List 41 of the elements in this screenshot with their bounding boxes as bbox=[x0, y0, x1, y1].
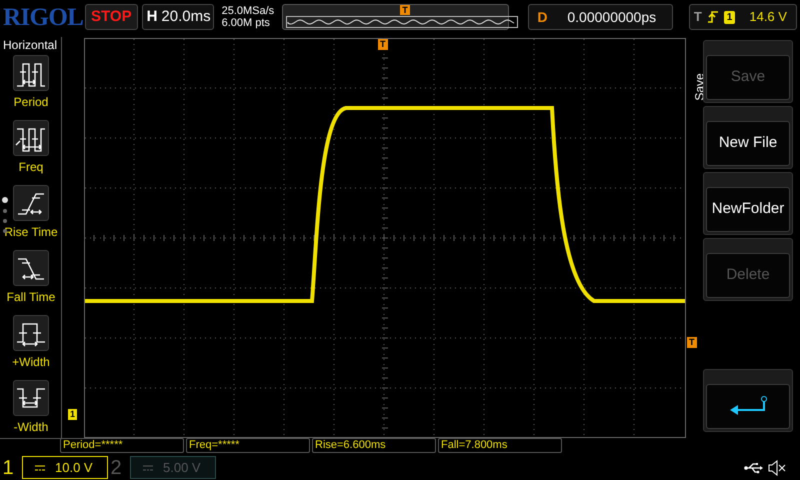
timebase-label: H bbox=[146, 6, 158, 27]
trigger-level: 14.6 V bbox=[749, 8, 787, 26]
measure-item[interactable]: -Width bbox=[0, 378, 62, 443]
sample-rate: 25.0MSa/s bbox=[222, 5, 276, 17]
brand-logo: RIGOL bbox=[3, 4, 81, 30]
trigger-position-marker[interactable]: T bbox=[400, 5, 410, 15]
channel-scale: 10.0 V bbox=[55, 458, 93, 477]
softkey-button[interactable]: NewFolder bbox=[706, 187, 790, 232]
trigger-position-marker[interactable]: T bbox=[378, 39, 388, 50]
memory-depth: 6.00M pts bbox=[222, 17, 271, 29]
channel-scale: 5.00 V bbox=[163, 458, 201, 477]
trigger-box[interactable]: T 1 14.6 V bbox=[688, 4, 797, 30]
timebase-box[interactable]: H 20.0ms bbox=[142, 4, 214, 30]
dc-coupling-icon bbox=[35, 464, 45, 472]
measurement-readout: Freq=***** bbox=[186, 438, 310, 453]
measure-item[interactable]: +Width bbox=[0, 313, 62, 378]
rising-edge-icon bbox=[708, 10, 718, 24]
timebase-value: 20.0ms bbox=[161, 6, 211, 27]
channel-button[interactable]: 1 10.0 V bbox=[0, 455, 108, 480]
dc-coupling-icon bbox=[143, 464, 153, 472]
trigger-source: 1 bbox=[724, 10, 736, 24]
channel-number: 1 bbox=[1, 456, 15, 480]
trigger-level-marker[interactable]: T bbox=[687, 337, 696, 348]
menu-title: Horizontal bbox=[2, 37, 58, 53]
measure-item[interactable]: Fall Time bbox=[0, 248, 62, 313]
channel-offset-marker[interactable]: 1 bbox=[68, 409, 78, 420]
run-stop-button[interactable]: STOP bbox=[85, 4, 138, 30]
softkey-button[interactable]: New File bbox=[706, 121, 790, 166]
delay-label: D bbox=[537, 8, 548, 26]
measure-item[interactable]: Period bbox=[0, 53, 62, 118]
trigger-label: T bbox=[694, 8, 702, 26]
back-button[interactable] bbox=[706, 384, 790, 429]
channel-number: 2 bbox=[109, 456, 123, 480]
measurement-readout: Period=***** bbox=[60, 438, 184, 453]
measure-item[interactable]: Freq bbox=[0, 118, 62, 183]
delay-box[interactable]: D 0.00000000ps bbox=[528, 4, 673, 30]
measurement-readout: Fall=7.800ms bbox=[438, 438, 562, 453]
usb-icon bbox=[744, 462, 764, 474]
delay-value: 0.00000000ps bbox=[567, 8, 656, 27]
mute-icon bbox=[768, 460, 786, 476]
measurement-readout: Rise=6.600ms bbox=[312, 438, 436, 453]
